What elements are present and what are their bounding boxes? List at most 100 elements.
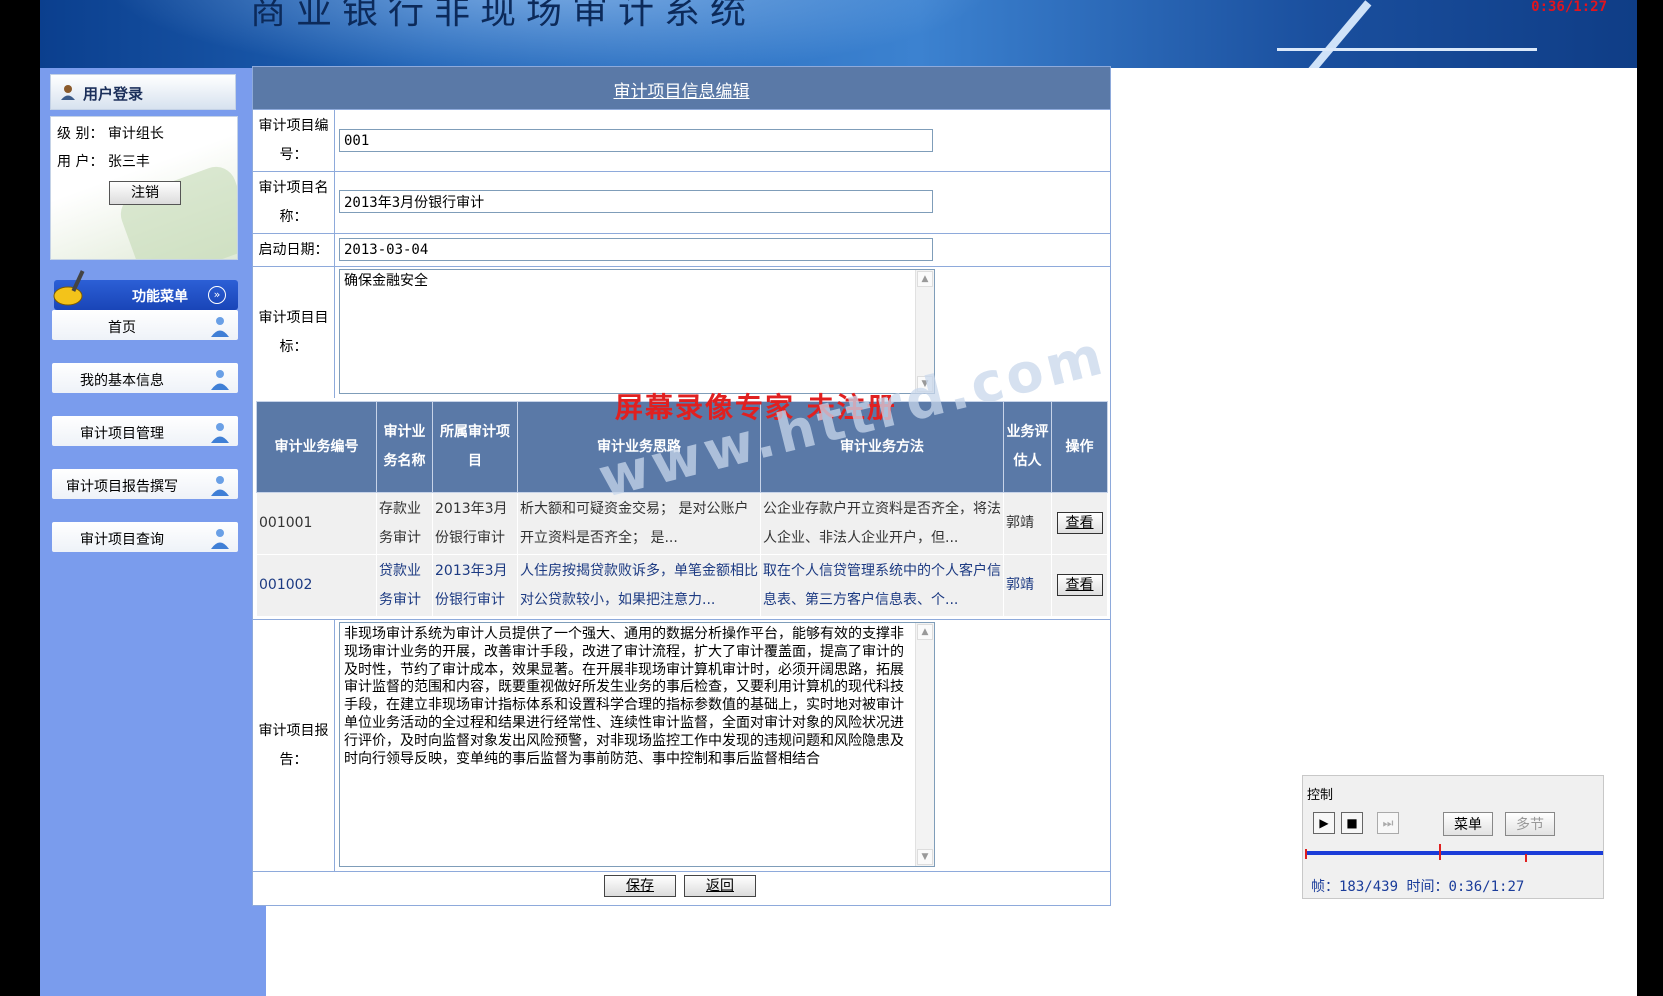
table-row: 001002 贷款业务审计 2013年3月份银行审计 人住房按揭贷款败诉多，单笔… [256, 554, 1108, 617]
key-illustration [115, 161, 237, 259]
goal-label: 审计项目目标： [253, 267, 335, 398]
report-row: 审计项目报告： 非现场审计系统为审计人员提供了一个强大、通用的数据分析操作平台，… [253, 619, 1110, 871]
start-date-input[interactable] [339, 238, 933, 261]
sidebar-item-label: 我的基本信息 [80, 373, 164, 389]
view-button[interactable]: 查看 [1056, 512, 1103, 534]
progress-marker [1525, 854, 1527, 862]
report-textarea[interactable]: 非现场审计系统为审计人员提供了一个强大、通用的数据分析操作平台，能够有效的支撑非… [339, 622, 935, 867]
scroll-up-icon[interactable]: ▲ [917, 624, 933, 640]
cell-business-name: 存款业务审计 [376, 492, 433, 555]
cell-project: 2013年3月份银行审计 [432, 492, 518, 555]
play-icon[interactable]: ▶ [1313, 812, 1335, 834]
form-title-bar: 审计项目信息编辑 [253, 67, 1110, 109]
frame-label: 帧： [1311, 879, 1339, 895]
login-panel: 级 别： 审计组长 用 户： 张三丰 注销 [50, 116, 238, 260]
frame-value: 183/439 [1339, 879, 1399, 895]
user-icon [61, 85, 75, 100]
person-icon [211, 423, 229, 443]
report-scrollbar[interactable]: ▲ ▼ [915, 623, 934, 866]
col-business-name: 审计业务名称 [376, 401, 433, 493]
progress-track[interactable] [1305, 851, 1603, 855]
cell-idea: 人住房按揭贷款败诉多，单笔金额相比对公贷款较小，如果把注意力... [517, 554, 761, 617]
progress-handle[interactable] [1439, 844, 1441, 860]
time-label: 时间： [1406, 879, 1449, 895]
start-date-label: 启动日期： [253, 234, 335, 266]
report-label: 审计项目报告： [253, 620, 335, 871]
button-row [253, 871, 1110, 906]
sidebar-item-label: 审计项目报告撰写 [66, 479, 178, 495]
site-title: 商业银行非现场审计系统 [250, 0, 757, 32]
login-header: 用户登录 [50, 74, 236, 110]
person-icon [211, 476, 229, 496]
sidebar-item-label: 审计项目查询 [80, 532, 164, 548]
table-row: 001001 存款业务审计 2013年3月份银行审计 析大额和可疑资金交易； 是… [256, 492, 1108, 555]
goal-text: 确保金融安全 [344, 273, 428, 289]
sidebar-item-my-info[interactable]: 我的基本信息 [52, 363, 238, 393]
sidebar-item-label: 审计项目管理 [80, 426, 164, 442]
cell-assessor: 郭靖 [1003, 492, 1052, 555]
next-frame-icon[interactable]: ⏭ [1377, 812, 1399, 834]
stop-icon[interactable]: ■ [1341, 812, 1363, 834]
level-row: 级 别： 审计组长 [57, 123, 164, 143]
time-value: 0:36/1:27 [1448, 879, 1525, 895]
cell-business-no: 001002 [256, 554, 377, 617]
cell-action: 查看 [1051, 492, 1108, 555]
banner-decoration [1294, 0, 1372, 68]
col-project: 所属审计项目 [432, 401, 518, 493]
person-icon [211, 529, 229, 549]
project-name-label: 审计项目名称： [253, 172, 335, 233]
banner-decoration [1277, 48, 1537, 51]
banner: 商业银行非现场审计系统 0:36/1:27 [40, 0, 1637, 68]
scroll-down-icon[interactable]: ▼ [917, 849, 933, 865]
cell-assessor: 郭靖 [1003, 554, 1052, 617]
sidebar-item-report-writing[interactable]: 审计项目报告撰写 [52, 469, 238, 499]
sidebar-item-home[interactable]: 首页 [52, 310, 238, 340]
form-title[interactable]: 审计项目信息编辑 [253, 77, 1110, 102]
save-button[interactable]: 保存 [604, 875, 676, 897]
scroll-up-icon[interactable]: ▲ [917, 271, 933, 287]
menu-title: 功能菜单 [132, 289, 188, 305]
cell-business-name: 贷款业务审计 [376, 554, 433, 617]
broom-icon [53, 270, 85, 306]
goal-textarea[interactable]: 确保金融安全 ▲ ▼ [339, 269, 935, 394]
recorder-control-panel: 控制 ▶ ■ ⏭ 菜单 多节 帧：183/439 时间：0:36/1:27 [1302, 775, 1604, 899]
project-no-label: 审计项目编号： [253, 110, 335, 171]
sidebar-item-project-management[interactable]: 审计项目管理 [52, 416, 238, 446]
cell-method: 公企业存款户开立资料是否齐全，将法人企业、非法人企业开户，但... [760, 492, 1004, 555]
level-label: 级 别： [57, 126, 104, 142]
user-label: 用 户： [57, 154, 104, 170]
menu-header: 功能菜单 » [53, 270, 238, 310]
frame-readout: 帧：183/439 时间：0:36/1:27 [1311, 876, 1524, 896]
report-text: 非现场审计系统为审计人员提供了一个强大、通用的数据分析操作平台，能够有效的支撑非… [344, 626, 904, 767]
login-title: 用户登录 [83, 85, 144, 103]
user-row: 用 户： 张三丰 [57, 151, 150, 171]
cell-business-no: 001001 [256, 492, 377, 555]
person-icon [211, 370, 229, 390]
sidebar-item-project-query[interactable]: 审计项目查询 [52, 522, 238, 552]
cell-project: 2013年3月份银行审计 [432, 554, 518, 617]
logout-button[interactable]: 注销 [109, 181, 181, 205]
user-value: 张三丰 [107, 154, 150, 170]
person-icon [211, 317, 229, 337]
col-business-no: 审计业务编号 [256, 401, 377, 493]
control-title: 控制 [1307, 788, 1334, 803]
menu-button[interactable]: 菜单 [1443, 812, 1493, 836]
chevron-down-icon[interactable]: » [208, 286, 226, 304]
view-button[interactable]: 查看 [1056, 574, 1103, 596]
cell-method: 取在个人信贷管理系统中的个人客户信息表、第三方客户信息表、个... [760, 554, 1004, 617]
project-no-input[interactable] [339, 129, 933, 152]
cell-action: 查看 [1051, 554, 1108, 617]
sidebar: 用户登录 级 别： 审计组长 用 户： 张三丰 注销 功能菜单 » 首页 我的基… [40, 68, 266, 996]
start-date-row: 启动日期： [253, 233, 1110, 266]
project-no-row: 审计项目编号： [253, 109, 1110, 171]
project-name-row: 审计项目名称： [253, 171, 1110, 233]
back-button[interactable]: 返回 [684, 875, 756, 897]
progress-start-marker [1305, 849, 1307, 859]
multi-section-button[interactable]: 多节 [1505, 812, 1555, 836]
col-assessor: 业务评估人 [1003, 401, 1052, 493]
col-action: 操作 [1051, 401, 1108, 493]
project-name-input[interactable] [339, 190, 933, 213]
sidebar-item-label: 首页 [108, 320, 136, 336]
level-value: 审计组长 [107, 126, 164, 142]
recording-time: 0:36/1:27 [1531, 0, 1607, 15]
